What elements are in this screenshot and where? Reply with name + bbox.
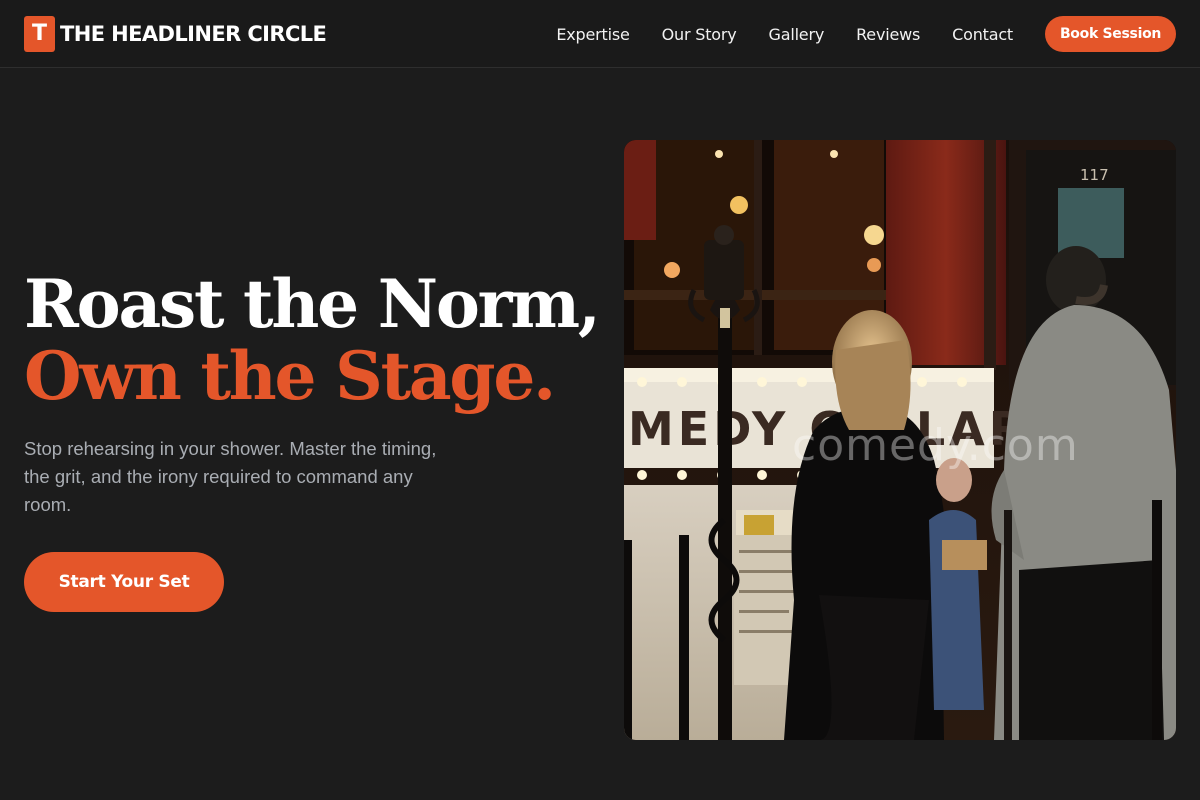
hero-title-line-1: Roast the Norm,: [24, 265, 601, 343]
brand-logo[interactable]: T THE HEADLINER CIRCLE: [24, 15, 327, 52]
main-nav: Expertise Our Story Gallery Reviews Cont…: [556, 0, 1176, 68]
nav-link-contact[interactable]: Contact: [952, 25, 1013, 44]
nav-link-reviews[interactable]: Reviews: [856, 25, 920, 44]
start-your-set-button[interactable]: Start Your Set: [24, 552, 224, 612]
nav-link-gallery[interactable]: Gallery: [769, 25, 825, 44]
brand-mark-icon: T: [24, 15, 55, 52]
hero-photo: 117 MEDY CELLAR: [624, 140, 1176, 740]
nav-link-expertise[interactable]: Expertise: [556, 25, 629, 44]
book-session-button[interactable]: Book Session: [1045, 16, 1176, 52]
hero-title: Roast the Norm, Own the Stage.: [24, 265, 601, 415]
nav-link-our-story[interactable]: Our Story: [662, 25, 737, 44]
door-number: 117: [1080, 166, 1109, 184]
hero-title-line-2: Own the Stage.: [24, 337, 556, 415]
comedy-club-entrance-image: 117 MEDY CELLAR: [624, 140, 1176, 740]
brand-name: THE HEADLINER CIRCLE: [60, 21, 327, 46]
hero-subtitle: Stop rehearsing in your shower. Master t…: [24, 438, 437, 515]
site-header: T THE HEADLINER CIRCLE Expertise Our Sto…: [0, 0, 1200, 68]
